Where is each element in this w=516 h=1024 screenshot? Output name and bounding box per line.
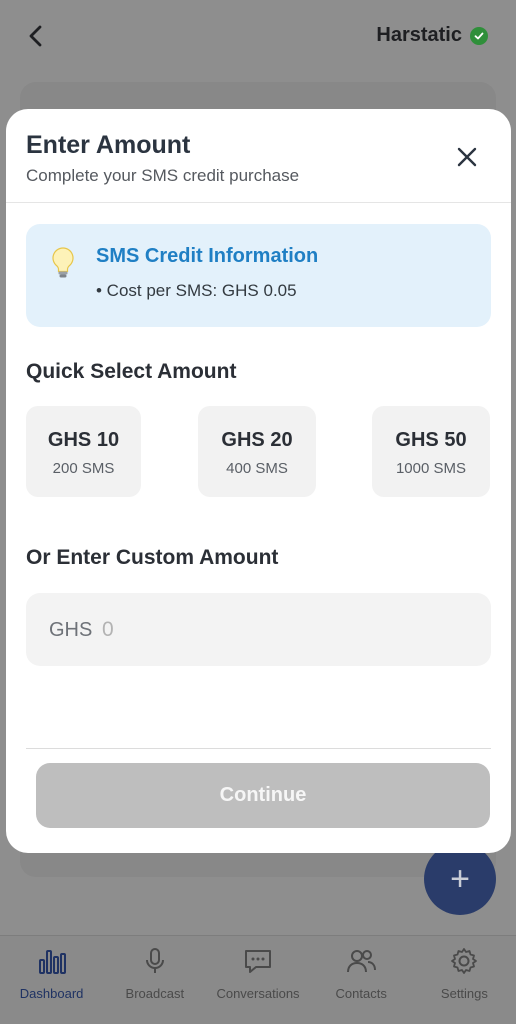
quick-amount-ghs10[interactable]: GHS 10 200 SMS xyxy=(26,406,141,497)
microphone-icon xyxy=(145,948,164,973)
continue-label: Continue xyxy=(219,784,307,806)
custom-amount-input[interactable] xyxy=(102,613,472,647)
modal-title: Enter Amount xyxy=(26,131,191,159)
add-fab-button[interactable]: + xyxy=(424,843,496,915)
tab-dashboard[interactable]: Dashboard xyxy=(0,936,103,1024)
account-name: Harstatic xyxy=(376,24,462,46)
plus-icon: + xyxy=(450,860,470,898)
bar-chart-icon xyxy=(38,950,66,974)
tab-conversations[interactable]: Conversations xyxy=(206,936,309,1024)
quick-amount-ghs50[interactable]: GHS 50 1000 SMS xyxy=(372,406,490,497)
enter-amount-modal: Enter Amount Complete your SMS credit pu… xyxy=(6,109,511,853)
amount-value: GHS 50 xyxy=(395,429,467,451)
tab-contacts[interactable]: Contacts xyxy=(310,936,413,1024)
info-heading: SMS Credit Information xyxy=(96,245,319,267)
back-button[interactable] xyxy=(22,22,50,50)
chat-bubble-icon xyxy=(245,950,271,973)
currency-prefix: GHS xyxy=(49,619,93,641)
tab-broadcast[interactable]: Broadcast xyxy=(103,936,206,1024)
sms-count: 400 SMS xyxy=(226,460,288,477)
custom-amount-title: Or Enter Custom Amount xyxy=(26,546,279,569)
account-indicator[interactable]: Harstatic xyxy=(376,24,488,47)
tab-label: Broadcast xyxy=(125,986,185,1001)
top-bar: Harstatic xyxy=(0,0,516,72)
amount-value: GHS 10 xyxy=(47,429,120,451)
lightbulb-icon xyxy=(52,247,74,278)
quick-amount-ghs20[interactable]: GHS 20 400 SMS xyxy=(198,406,316,497)
close-icon xyxy=(457,147,477,167)
tab-label: Settings xyxy=(440,986,488,1001)
close-button[interactable] xyxy=(455,145,479,169)
amount-value: GHS 20 xyxy=(221,429,293,451)
cost-per-sms-text: • Cost per SMS: GHS 0.05 xyxy=(96,281,297,300)
tab-label: Conversations xyxy=(216,986,300,1001)
people-icon xyxy=(347,950,377,973)
sms-credit-info-box: SMS Credit Information • Cost per SMS: G… xyxy=(26,224,491,327)
bottom-tab-bar: Dashboard Broadcast Conversations Contac… xyxy=(0,935,516,1024)
continue-button[interactable]: Continue xyxy=(36,763,490,828)
sms-count: 200 SMS xyxy=(52,460,115,477)
modal-header: Enter Amount Complete your SMS credit pu… xyxy=(6,109,511,203)
gear-icon xyxy=(451,948,478,974)
chevron-left-icon xyxy=(29,25,42,47)
sms-count: 1000 SMS xyxy=(395,460,467,477)
verified-check-icon xyxy=(470,26,488,45)
tab-settings[interactable]: Settings xyxy=(413,936,516,1024)
tab-label: Dashboard xyxy=(19,986,84,1001)
tab-label: Contacts xyxy=(335,986,387,1001)
modal-subtitle: Complete your SMS credit purchase xyxy=(26,166,300,185)
footer-divider xyxy=(26,748,491,749)
custom-amount-container[interactable]: GHS xyxy=(26,593,491,666)
quick-select-title: Quick Select Amount xyxy=(26,360,237,383)
